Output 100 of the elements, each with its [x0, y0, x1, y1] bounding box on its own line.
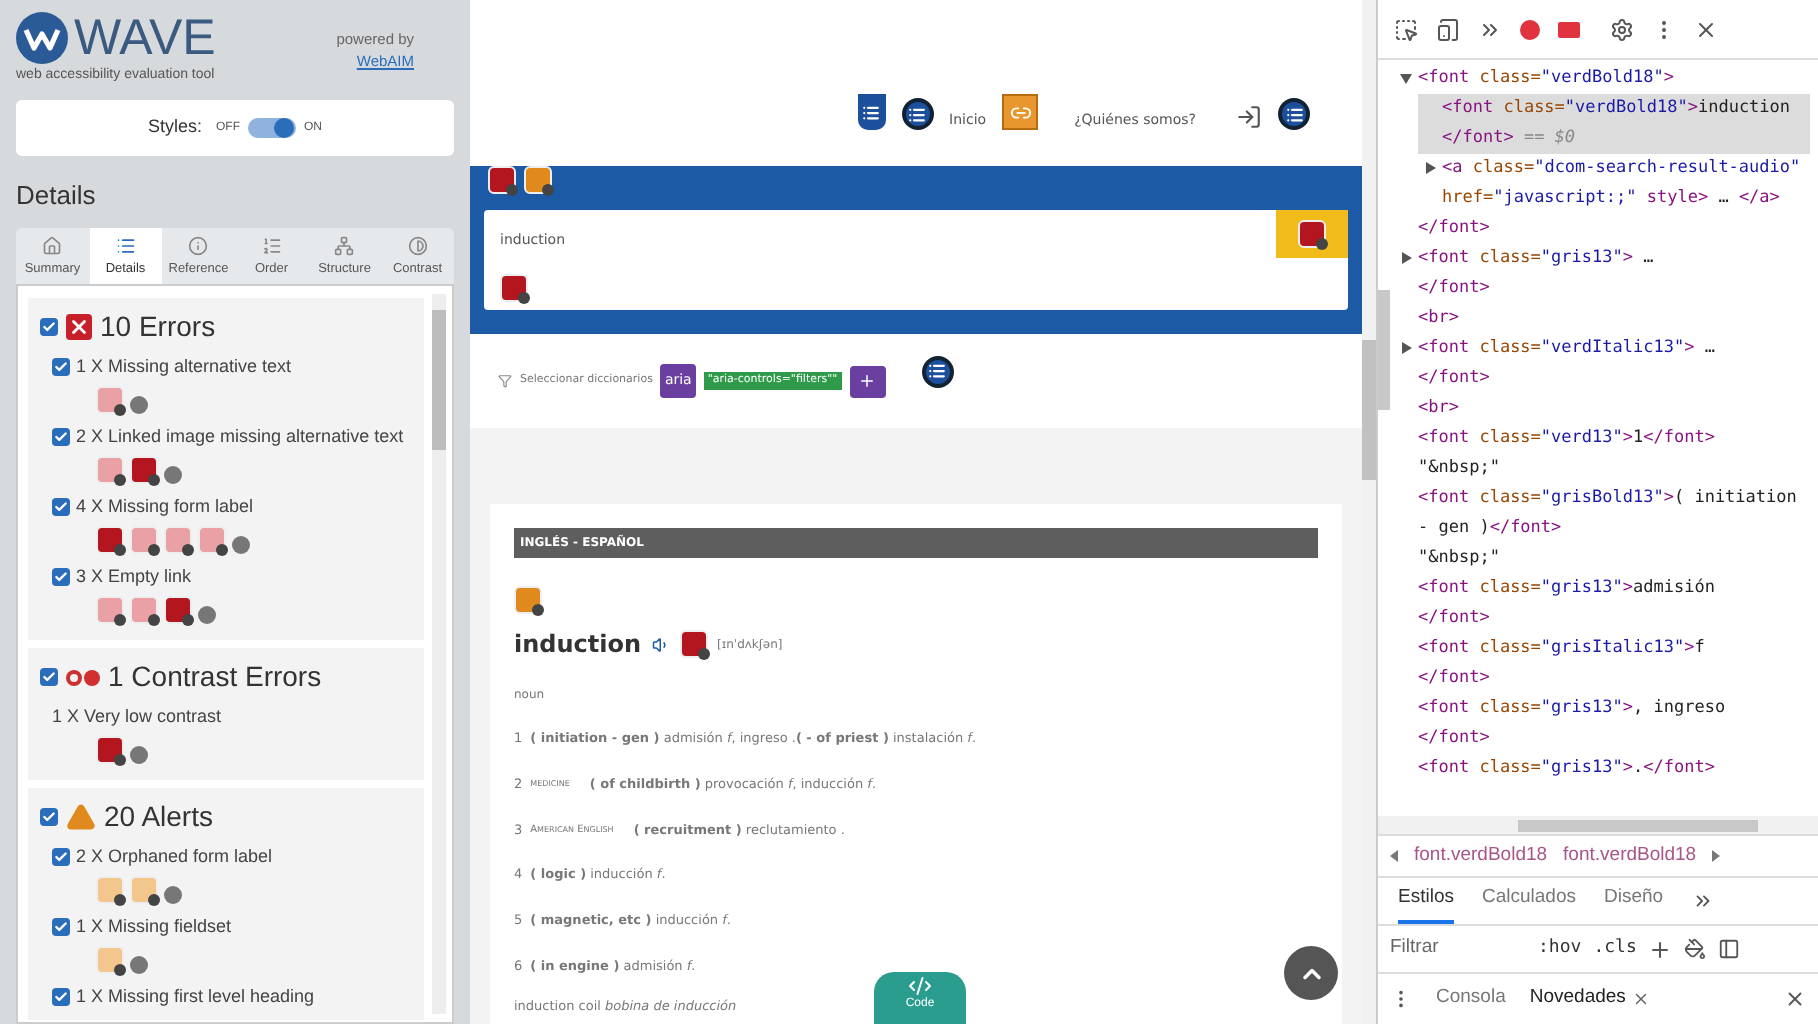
- checkbox[interactable]: [52, 568, 70, 587]
- dom-node-line[interactable]: <font class="gris13"> …: [1418, 244, 1810, 274]
- close-drawer-icon[interactable]: [1784, 988, 1806, 1010]
- info-icon[interactable]: [164, 466, 182, 485]
- expand-arrow-icon[interactable]: [1402, 252, 1412, 264]
- info-icon[interactable]: [130, 396, 148, 415]
- structure-icon[interactable]: [901, 98, 934, 130]
- error-icon[interactable]: [130, 526, 158, 555]
- dom-node-line[interactable]: <br>: [1418, 394, 1810, 424]
- contrast-error-icon[interactable]: [96, 736, 124, 765]
- close-tab-icon[interactable]: [1631, 990, 1650, 1008]
- issues-icon[interactable]: [1558, 21, 1580, 37]
- error-icon[interactable]: [198, 526, 226, 555]
- expand-arrow-icon[interactable]: [1426, 162, 1436, 174]
- close-icon[interactable]: [1694, 17, 1718, 41]
- new-rule-icon[interactable]: [1648, 937, 1673, 961]
- dom-node-line[interactable]: <font class="grisBold13">( initiation - gen )</font>: [1418, 484, 1810, 544]
- dom-node-line[interactable]: <a class="dcom-search-result-audio" href="javascript:;" style> … </a>: [1442, 154, 1810, 214]
- checkbox[interactable]: [52, 428, 70, 447]
- dom-node-line[interactable]: <font class="verdBold18">: [1418, 64, 1810, 94]
- drawer-tab[interactable]: Novedades: [1529, 984, 1626, 1014]
- styles-pane-tab[interactable]: Estilos: [1398, 878, 1454, 924]
- checkbox[interactable]: [52, 848, 70, 867]
- filter-toggle[interactable]: .cls: [1593, 935, 1637, 963]
- dom-node-line[interactable]: <font class="gris13">.</font>: [1418, 754, 1810, 784]
- styles-pane-tab[interactable]: Calculados: [1481, 878, 1576, 924]
- error-icon[interactable]: [500, 273, 528, 301]
- warning-icon: [66, 802, 96, 833]
- expand-arrow-icon[interactable]: [1402, 342, 1412, 354]
- drawer-tab[interactable]: Consola: [1436, 984, 1506, 1014]
- error-icon[interactable]: [96, 456, 124, 485]
- horizontal-scrollbar[interactable]: [1378, 816, 1818, 834]
- paint-icon[interactable]: [1684, 938, 1707, 960]
- order-tab-icon: [261, 235, 282, 255]
- checkbox[interactable]: [40, 668, 58, 687]
- dom-node-line[interactable]: "&nbsp;": [1418, 454, 1810, 484]
- dom-node-line[interactable]: <font class="gris13">admisión: [1418, 574, 1810, 604]
- checkbox[interactable]: [52, 358, 70, 377]
- dom-close-tag: </font>: [1418, 274, 1810, 304]
- structure-icon[interactable]: [1278, 98, 1310, 130]
- info-icon[interactable]: [232, 536, 250, 555]
- sidebar-toggle-icon[interactable]: [1718, 938, 1741, 960]
- breadcrumb[interactable]: font.verdBold18: [1563, 841, 1697, 871]
- dom-node-line[interactable]: "&nbsp;": [1418, 544, 1810, 574]
- html-document-icon[interactable]: [857, 94, 886, 130]
- info-icon[interactable]: [164, 886, 182, 905]
- breadcrumb[interactable]: font.verdBold18: [1414, 841, 1548, 871]
- checkbox[interactable]: [40, 318, 58, 337]
- error-icon[interactable]: [488, 166, 516, 194]
- settings-icon[interactable]: [1610, 17, 1634, 41]
- dom-node-line[interactable]: <font class="gris13">, ingreso: [1418, 694, 1810, 724]
- error-icon[interactable]: [96, 596, 124, 625]
- filter-field[interactable]: Filtrar: [1390, 934, 1526, 964]
- info-icon[interactable]: [130, 956, 148, 975]
- dom-close-tag: </font>: [1418, 214, 1810, 244]
- error-icon[interactable]: [164, 596, 192, 625]
- alert-icon[interactable]: [96, 946, 124, 975]
- filter-icon: [498, 374, 512, 388]
- checkbox[interactable]: [40, 808, 58, 827]
- error-count-icon[interactable]: [1520, 19, 1540, 39]
- dom-node-line[interactable]: <br>: [1418, 304, 1810, 334]
- dom-node-line[interactable]: <font class="verd13">1</font>: [1418, 424, 1810, 454]
- scroll-left-icon[interactable]: [1390, 850, 1398, 862]
- result-label: 1 X Very low contrast: [52, 704, 222, 729]
- dom-node-line[interactable]: <font class="verdItalic13"> …: [1418, 334, 1810, 364]
- device-toolbar-icon[interactable]: [1436, 17, 1460, 41]
- alert-link-icon[interactable]: [1002, 94, 1039, 130]
- info-icon[interactable]: [130, 746, 148, 765]
- error-icon[interactable]: [679, 630, 708, 658]
- structure-icon[interactable]: [921, 355, 954, 387]
- error-icon[interactable]: [96, 526, 124, 555]
- more-tabs-icon[interactable]: [1691, 890, 1714, 912]
- error-icon[interactable]: [130, 596, 158, 625]
- alert-icon[interactable]: [524, 166, 552, 194]
- alert-icon[interactable]: [96, 876, 124, 905]
- styles-switch[interactable]: [248, 118, 296, 138]
- error-icon[interactable]: [130, 456, 158, 485]
- login-icon[interactable]: [1236, 104, 1262, 130]
- error-icon[interactable]: [1298, 220, 1326, 248]
- audio-icon[interactable]: [651, 635, 670, 653]
- checkbox[interactable]: [52, 918, 70, 937]
- info-icon[interactable]: [198, 606, 216, 625]
- page-scrollbar[interactable]: [1362, 0, 1376, 1024]
- tree-scrollbar[interactable]: [1378, 290, 1390, 410]
- inspect-icon[interactable]: [1394, 17, 1418, 41]
- alert-icon[interactable]: [130, 876, 158, 905]
- scrollbar[interactable]: [432, 294, 446, 1014]
- filter-toggle[interactable]: :hov: [1538, 935, 1582, 963]
- reference-tab-icon: [188, 235, 209, 255]
- styles-pane-tab[interactable]: Diseño: [1603, 878, 1664, 924]
- error-icon[interactable]: [96, 386, 124, 415]
- collapse-arrow-icon[interactable]: [1400, 74, 1412, 84]
- checkbox[interactable]: [52, 988, 70, 1007]
- checkbox[interactable]: [52, 498, 70, 517]
- alert-icon[interactable]: [514, 586, 542, 614]
- scroll-right-icon[interactable]: [1712, 850, 1721, 862]
- result-label: 1 X Missing alternative text: [76, 354, 292, 379]
- result-label: 3 X Empty link: [76, 564, 192, 589]
- dom-node-line[interactable]: <font class="grisItalic13">f: [1418, 634, 1810, 664]
- error-icon[interactable]: [164, 526, 192, 555]
